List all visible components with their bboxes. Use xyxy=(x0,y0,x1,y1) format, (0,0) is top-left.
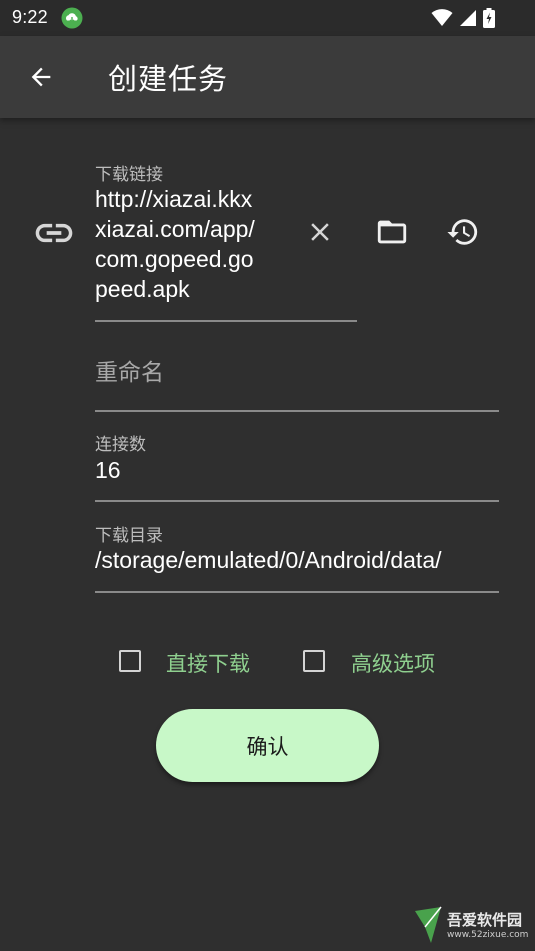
url-underline xyxy=(95,320,357,322)
cellular-signal-icon xyxy=(460,10,476,26)
clear-url-button[interactable] xyxy=(298,210,342,254)
status-icons xyxy=(431,7,495,29)
status-time: 9:22 xyxy=(12,7,48,27)
page-title: 创建任务 xyxy=(108,62,229,96)
directory-underline xyxy=(95,591,499,593)
wifi-icon xyxy=(431,9,453,26)
watermark-text: 吾爱软件园 xyxy=(447,911,523,929)
direct-download-checkbox[interactable] xyxy=(119,650,141,672)
arrow-back-icon xyxy=(31,67,51,87)
url-line: http://xiazai.kkx xyxy=(95,186,253,212)
watermark-url: www.52zixue.com xyxy=(447,930,529,940)
directory-input[interactable]: /storage/emulated/0/Android/data/ xyxy=(95,547,499,574)
url-line: peed.apk xyxy=(95,276,190,302)
url-label: 下载链接 xyxy=(95,165,163,185)
history-icon xyxy=(447,219,478,245)
watermark: 吾爱软件园 www.52zixue.com xyxy=(407,903,529,947)
connections-input[interactable]: 16 xyxy=(95,457,121,484)
history-button[interactable] xyxy=(441,210,485,254)
link-icon xyxy=(35,223,73,243)
connections-label: 连接数 xyxy=(95,435,146,455)
clear-icon xyxy=(311,223,329,241)
back-button[interactable] xyxy=(22,58,60,96)
url-line: xiazai.com/app/ xyxy=(95,216,255,242)
app-bar: 创建任务 xyxy=(0,36,535,118)
folder-icon xyxy=(377,220,407,244)
directory-label: 下载目录 xyxy=(95,526,163,546)
url-input[interactable]: http://xiazai.kkx xiazai.com/app/ com.go… xyxy=(95,184,295,304)
status-bar: 9:22 xyxy=(0,0,535,36)
advanced-options-label[interactable]: 高级选项 xyxy=(351,648,435,678)
connections-underline xyxy=(95,500,499,502)
confirm-button[interactable]: 确认 xyxy=(156,709,379,782)
direct-download-label[interactable]: 直接下载 xyxy=(166,648,250,678)
cloud-download-icon xyxy=(61,7,83,29)
battery-charging-icon xyxy=(483,8,495,28)
advanced-options-checkbox[interactable] xyxy=(303,650,325,672)
rename-placeholder: 重命名 xyxy=(95,360,164,386)
rename-underline xyxy=(95,410,499,412)
watermark-logo-icon xyxy=(415,906,442,943)
select-file-button[interactable] xyxy=(370,210,414,254)
url-line: com.gopeed.go xyxy=(95,246,254,272)
create-task-screen: 9:22 创建任务 下载链接 http://xiazai.kkx xiazai.… xyxy=(0,0,535,951)
